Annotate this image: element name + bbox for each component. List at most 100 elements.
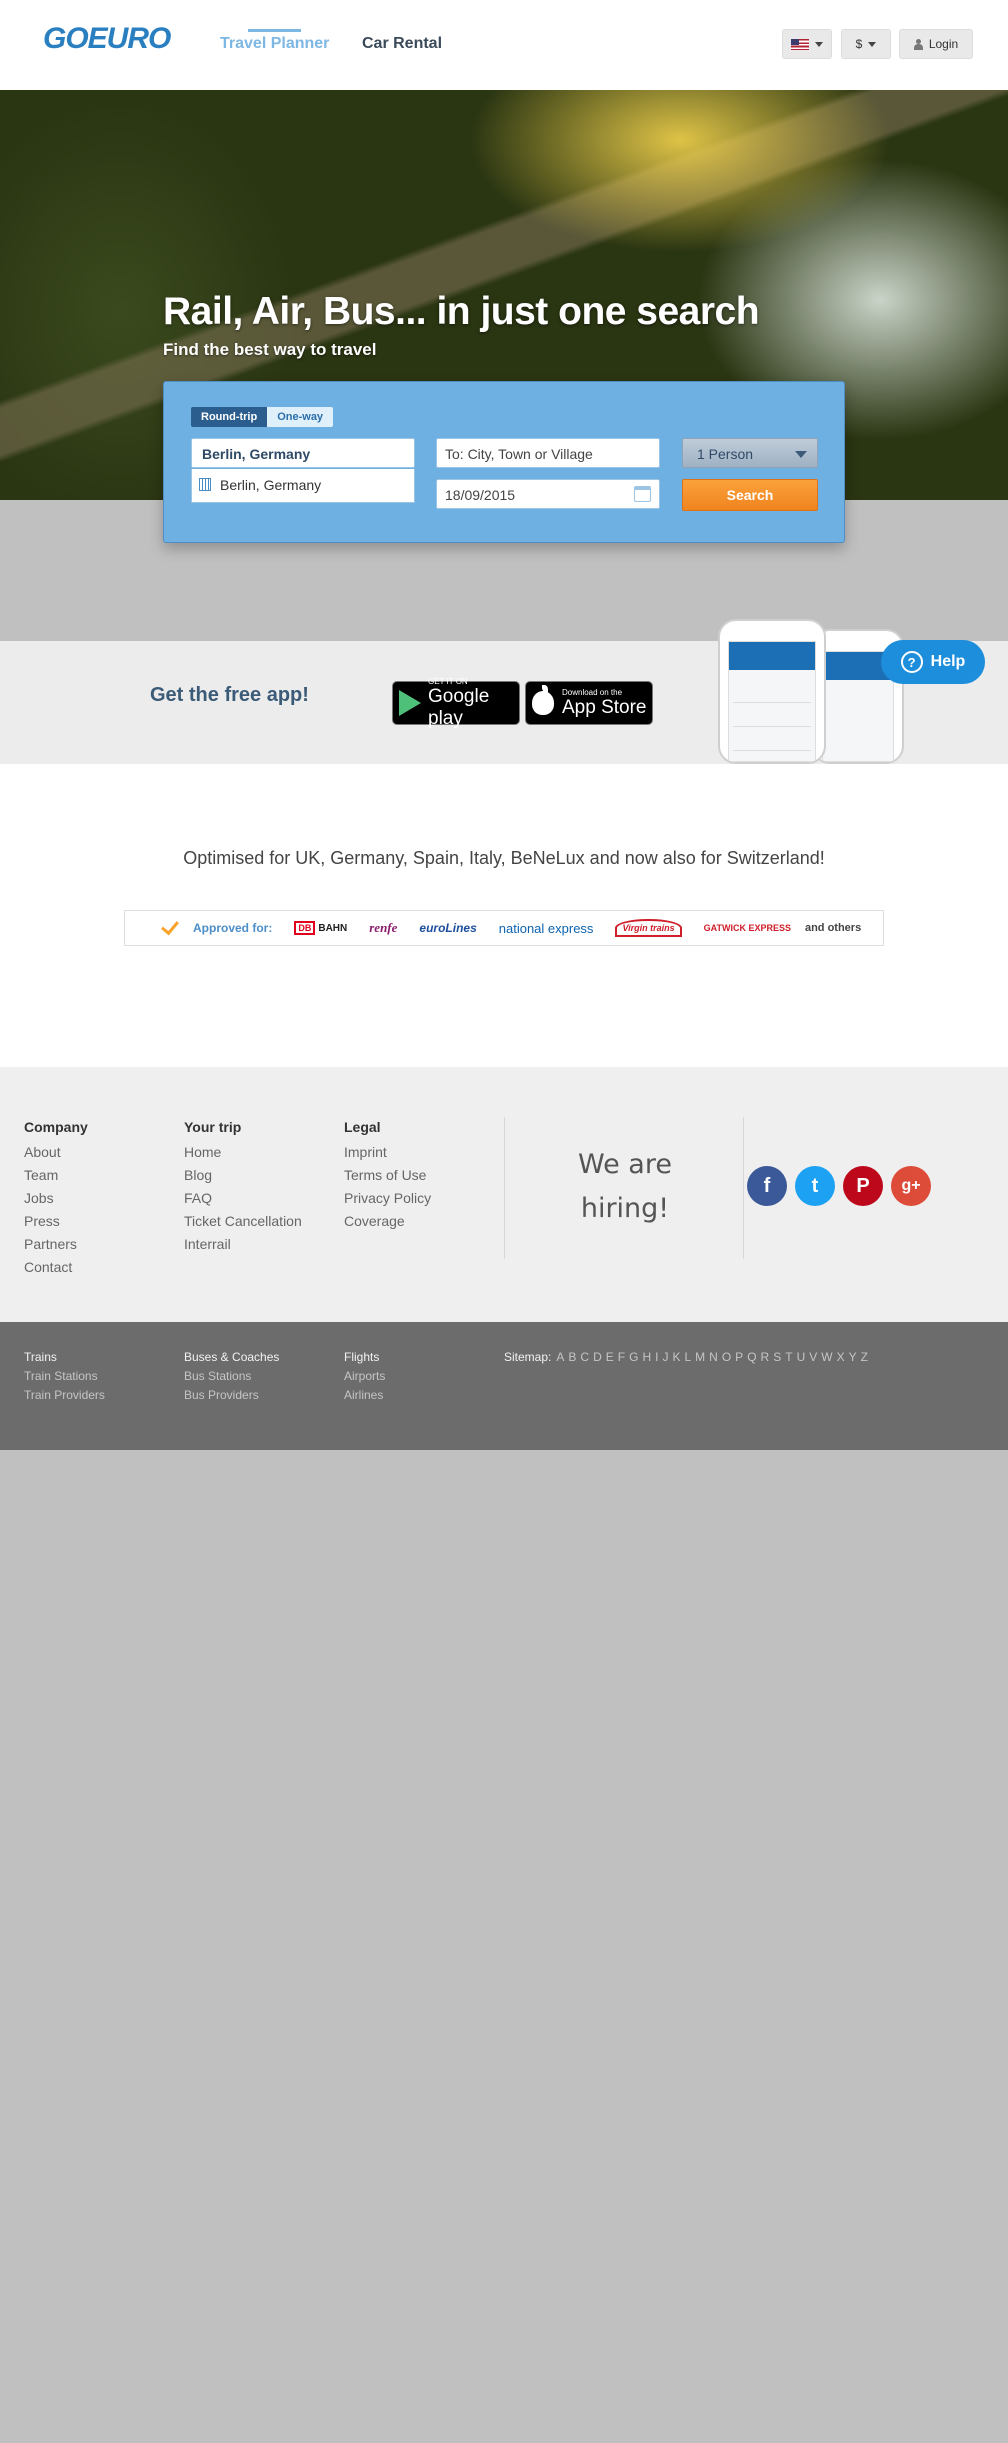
subfooter-link-bus-providers[interactable]: Bus Providers [184, 1386, 279, 1405]
hero-subtitle: Find the best way to travel [163, 340, 377, 359]
from-suggestion-item[interactable]: Berlin, Germany [191, 469, 415, 503]
sitemap-letter-y[interactable]: Y [849, 1350, 857, 1364]
sitemap-letter-r[interactable]: R [761, 1350, 770, 1364]
footer-link-imprint[interactable]: Imprint [344, 1141, 431, 1164]
sitemap-letter-o[interactable]: O [722, 1350, 731, 1364]
sitemap: Sitemap: ABCDEFGHIJKLMNOPQRSTUVWXYZ [504, 1350, 868, 1364]
subfooter-flights-column: Flights Airports Airlines [344, 1350, 385, 1405]
subfooter-link-train-stations[interactable]: Train Stations [24, 1367, 105, 1386]
phone-result-row [733, 750, 811, 751]
footer-link-contact[interactable]: Contact [24, 1256, 88, 1279]
date-input[interactable]: 18/09/2015 [436, 479, 660, 509]
subfooter-heading[interactable]: Flights [344, 1350, 385, 1364]
subfooter-link-airports[interactable]: Airports [344, 1367, 385, 1386]
subfooter-heading[interactable]: Buses & Coaches [184, 1350, 279, 1364]
google-play-small: GET IT ON [428, 676, 468, 686]
footer-link-ticket-cancellation[interactable]: Ticket Cancellation [184, 1210, 302, 1233]
footer-link-faq[interactable]: FAQ [184, 1187, 302, 1210]
sitemap-letter-q[interactable]: Q [747, 1350, 756, 1364]
round-trip-button[interactable]: Round-trip [191, 407, 268, 427]
sitemap-letter-d[interactable]: D [593, 1350, 602, 1364]
sitemap-letter-v[interactable]: V [809, 1350, 817, 1364]
subfooter-heading[interactable]: Trains [24, 1350, 105, 1364]
help-button[interactable]: ? Help [881, 640, 985, 684]
currency-selector[interactable]: $ [841, 29, 891, 59]
footer-heading: Legal [344, 1119, 381, 1135]
sitemap-letter-l[interactable]: L [684, 1350, 691, 1364]
persons-select[interactable]: 1 Person [682, 438, 818, 468]
tab-car-rental[interactable]: Car Rental [362, 35, 442, 53]
footer-link-interrail[interactable]: Interrail [184, 1233, 302, 1256]
login-button[interactable]: Login [899, 29, 973, 59]
sitemap-letter-i[interactable]: I [655, 1350, 658, 1364]
gatwick-express-logo: GATWICK EXPRESS [703, 922, 791, 933]
sitemap-letter-k[interactable]: K [672, 1350, 680, 1364]
footer-link-team[interactable]: Team [24, 1164, 88, 1187]
footer: Company About Team Jobs Press Partners C… [0, 1067, 1008, 1322]
sitemap-letter-e[interactable]: E [606, 1350, 614, 1364]
footer-link-blog[interactable]: Blog [184, 1164, 302, 1187]
from-input[interactable]: Berlin, Germany [191, 438, 415, 468]
sitemap-letter-h[interactable]: H [642, 1350, 651, 1364]
us-flag-icon [791, 38, 809, 50]
sitemap-letter-w[interactable]: W [821, 1350, 832, 1364]
footer-link-press[interactable]: Press [24, 1210, 88, 1233]
sitemap-letter-z[interactable]: Z [861, 1350, 868, 1364]
chevron-down-icon [815, 41, 823, 47]
twitter-icon[interactable]: t [795, 1166, 835, 1206]
footer-link-partners[interactable]: Partners [24, 1233, 88, 1256]
sitemap-letter-c[interactable]: C [580, 1350, 589, 1364]
question-icon: ? [900, 651, 923, 673]
sitemap-letter-x[interactable]: X [837, 1350, 845, 1364]
app-promo-band: Get the free app! GET IT ON Google play … [0, 619, 1008, 764]
footer-link-coverage[interactable]: Coverage [344, 1210, 431, 1233]
goeuro-logo[interactable]: GOEURO [43, 22, 171, 56]
help-label: Help [930, 653, 966, 670]
google-play-big: Google play [428, 685, 490, 729]
db-bahn-logo: DB BAHN [294, 921, 347, 935]
sitemap-letter-b[interactable]: B [568, 1350, 576, 1364]
google-play-badge[interactable]: GET IT ON Google play [392, 677, 520, 729]
footer-link-jobs[interactable]: Jobs [24, 1187, 88, 1210]
subfooter-link-bus-stations[interactable]: Bus Stations [184, 1367, 279, 1386]
subfooter-link-train-providers[interactable]: Train Providers [24, 1386, 105, 1405]
date-value: 18/09/2015 [445, 487, 516, 503]
tab-travel-planner[interactable]: Travel Planner [220, 29, 329, 53]
phone-result-row [733, 726, 811, 727]
hiring-link[interactable]: We are hiring! [505, 1143, 745, 1231]
city-building-icon [199, 478, 211, 491]
sitemap-letter-a[interactable]: A [556, 1350, 564, 1364]
footer-link-terms[interactable]: Terms of Use [344, 1164, 431, 1187]
facebook-icon[interactable]: f [747, 1166, 787, 1206]
approved-label: Approved for: [193, 921, 273, 935]
sitemap-letter-m[interactable]: M [695, 1350, 705, 1364]
sitemap-letter-f[interactable]: F [618, 1350, 625, 1364]
coverage-text: Optimised for UK, Germany, Spain, Italy,… [183, 848, 825, 868]
sitemap-letter-p[interactable]: P [735, 1350, 743, 1364]
google-plus-icon[interactable]: g+ [891, 1166, 931, 1206]
sitemap-letter-t[interactable]: T [785, 1350, 792, 1364]
to-input[interactable]: To: City, Town or Village [436, 438, 660, 468]
sitemap-label: Sitemap: [504, 1350, 552, 1364]
hiring-line-2: hiring! [580, 1193, 670, 1224]
app-store-badge[interactable]: Download on the App Store [525, 681, 653, 725]
subfooter-trains-column: Trains Train Stations Train Providers [24, 1350, 105, 1405]
footer-link-privacy[interactable]: Privacy Policy [344, 1187, 431, 1210]
footer-link-home[interactable]: Home [184, 1141, 302, 1164]
language-selector[interactable] [782, 29, 832, 59]
sitemap-letter-g[interactable]: G [629, 1350, 638, 1364]
footer-company-column: Company About Team Jobs Press Partners C… [24, 1119, 88, 1279]
pinterest-icon[interactable]: P [843, 1166, 883, 1206]
subfooter-link-airlines[interactable]: Airlines [344, 1386, 385, 1405]
chevron-down-icon [868, 41, 877, 47]
calendar-icon[interactable] [634, 486, 651, 502]
sitemap-letter-s[interactable]: S [773, 1350, 781, 1364]
sitemap-letter-n[interactable]: N [709, 1350, 718, 1364]
search-button[interactable]: Search [682, 479, 818, 511]
sitemap-letter-j[interactable]: J [662, 1350, 668, 1364]
one-way-button[interactable]: One-way [267, 407, 334, 427]
sitemap-letter-u[interactable]: U [797, 1350, 806, 1364]
header: GOEURO Travel Planner Car Rental $ Login [0, 0, 1008, 90]
virgin-trains-logo: Virgin trains [615, 919, 682, 937]
footer-link-about[interactable]: About [24, 1141, 88, 1164]
